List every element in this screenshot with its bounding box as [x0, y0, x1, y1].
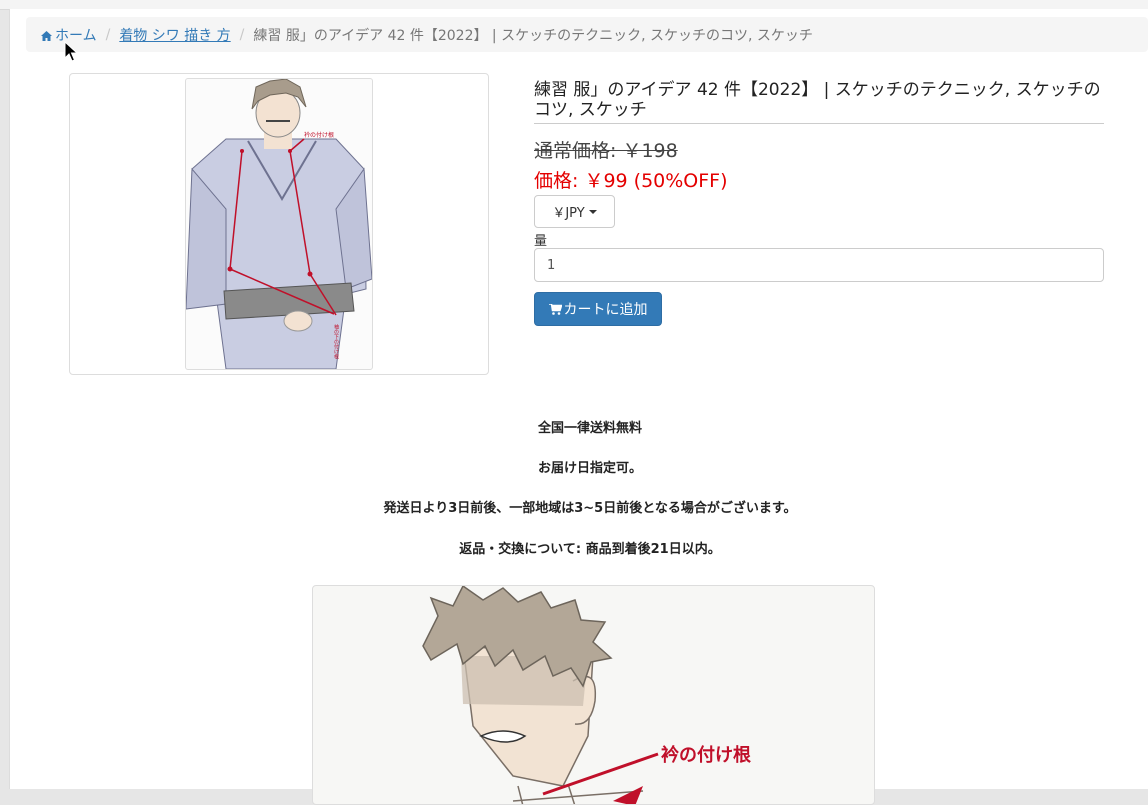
add-to-cart-label: カートに追加	[563, 302, 648, 318]
caret-down-icon	[588, 209, 597, 214]
delivery-date-text: お届け日指定可。	[537, 461, 642, 476]
large-image-collar-label: 衿の付け根	[661, 744, 751, 766]
cart-icon	[548, 303, 562, 315]
product-title: 練習 服」のアイデア 42 件【2022】 | スケッチのテクニック, スケッチ…	[534, 80, 1104, 124]
breadcrumb-separator: /	[239, 26, 245, 43]
quantity-input[interactable]	[534, 248, 1104, 282]
breadcrumb: ホーム / 着物 シワ 描き 方 / 練習 服」のアイデア 42 件【2022】…	[26, 17, 1148, 52]
quantity-label: 量	[534, 234, 548, 249]
thumb-collar-label: 衿の付け根	[304, 131, 334, 139]
product-thumbnail-frame[interactable]: 衿の付け根 袖の下の付け根	[69, 73, 489, 375]
kimono-sketch-illustration: 衿の付け根 袖の下の付け根	[186, 79, 372, 369]
kimono-closeup-illustration: 衿の付け根	[422, 586, 751, 804]
breadcrumb-current: 練習 服」のアイデア 42 件【2022】 | スケッチのテクニック, スケッチ…	[253, 27, 813, 44]
thumb-sleeve-label: 袖の下の付け根	[333, 323, 339, 360]
regular-price: 通常価格: ￥198	[534, 140, 678, 162]
product-large-image: 衿の付け根	[312, 585, 875, 805]
breadcrumb-category-link[interactable]: 着物 シワ 描き 方	[119, 25, 230, 45]
add-to-cart-button[interactable]: カートに追加	[534, 292, 662, 326]
breadcrumb-separator: /	[105, 26, 111, 43]
currency-dropdown[interactable]: ￥JPY	[534, 195, 615, 228]
shipping-time-text: 発送日より3日前後、一部地域は3~5日前後となる場合がございます。	[383, 501, 797, 516]
sale-price: 価格: ￥99 (50%OFF)	[534, 170, 728, 192]
product-thumbnail-image[interactable]: 衿の付け根 袖の下の付け根	[185, 78, 373, 370]
mouse-cursor-icon	[64, 41, 78, 62]
shipping-free-text: 全国一律送料無料	[537, 421, 642, 436]
home-icon	[41, 30, 52, 41]
currency-label: ￥JPY	[552, 206, 585, 221]
return-policy-text: 返品・交換について: 商品到着後21日以内。	[459, 542, 721, 557]
